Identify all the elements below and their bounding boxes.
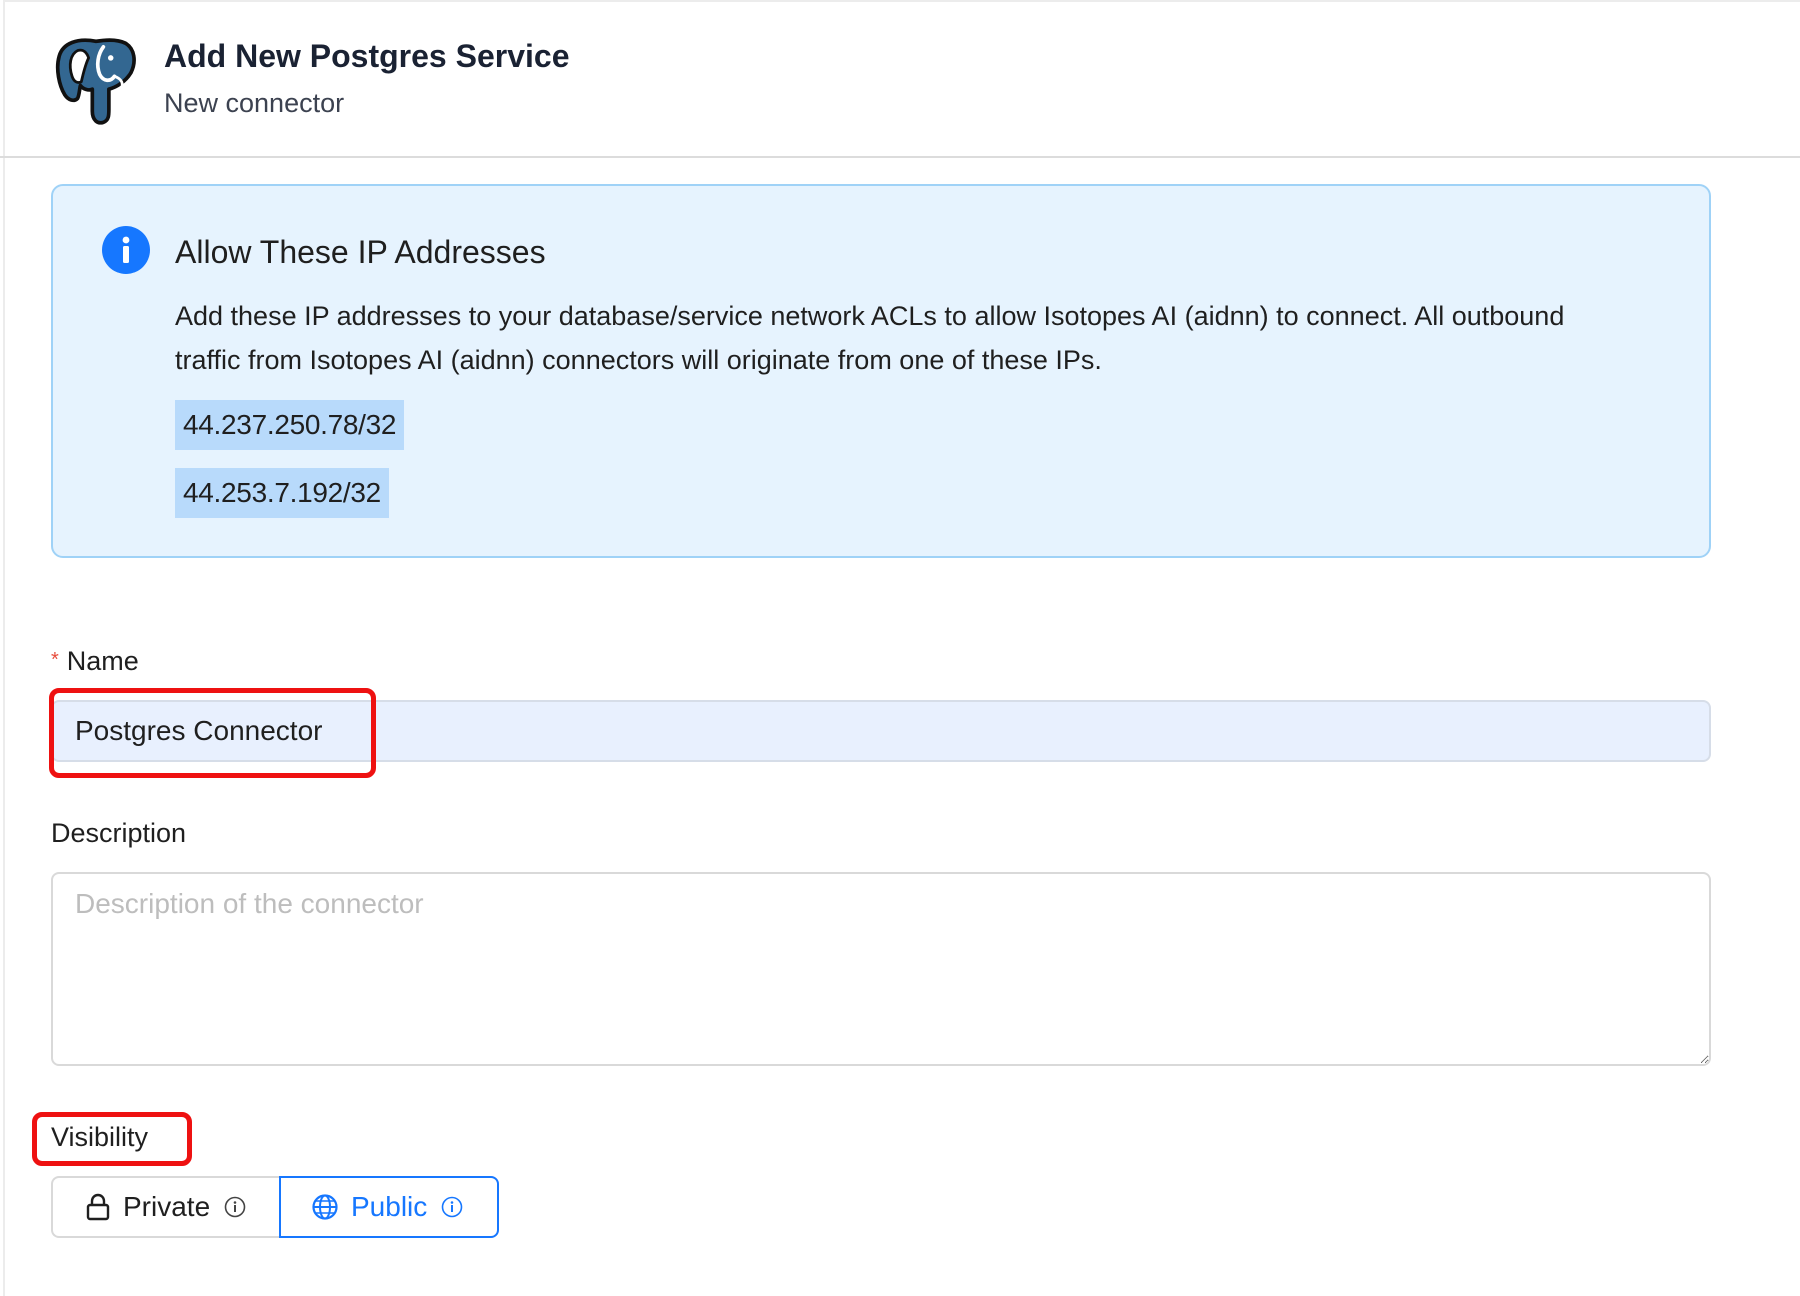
name-label-text: Name: [66, 646, 139, 676]
visibility-label: Visibility: [51, 1122, 149, 1152]
required-marker: *: [51, 649, 59, 671]
ip-allowlist-banner: Allow These IP Addresses Add these IP ad…: [51, 184, 1711, 558]
description-label: Description: [51, 818, 187, 848]
name-label: * Name: [51, 646, 139, 677]
public-option-label: Public: [351, 1191, 428, 1222]
globe-icon: [311, 1193, 339, 1221]
info-circle-icon[interactable]: [441, 1196, 463, 1218]
ip-address-chip: 44.253.7.192/32: [175, 468, 389, 518]
banner-title: Allow These IP Addresses: [175, 234, 546, 270]
visibility-private-option[interactable]: Private: [51, 1176, 280, 1238]
lock-icon: [85, 1193, 111, 1221]
private-option-label: Private: [123, 1191, 211, 1222]
ip-address-chip: 44.237.250.78/32: [175, 400, 405, 450]
info-icon: [102, 226, 150, 274]
description-textarea[interactable]: [51, 872, 1711, 1066]
page-header: Add New Postgres Service New connector: [0, 0, 1800, 158]
banner-description: Add these IP addresses to your database/…: [175, 301, 1565, 375]
name-input[interactable]: [51, 700, 1711, 762]
page-subtitle: New connector: [164, 88, 345, 118]
page-title: Add New Postgres Service: [164, 38, 570, 74]
visibility-public-option[interactable]: Public: [279, 1176, 499, 1238]
postgresql-elephant-icon: [55, 38, 136, 125]
info-circle-icon[interactable]: [224, 1196, 246, 1218]
